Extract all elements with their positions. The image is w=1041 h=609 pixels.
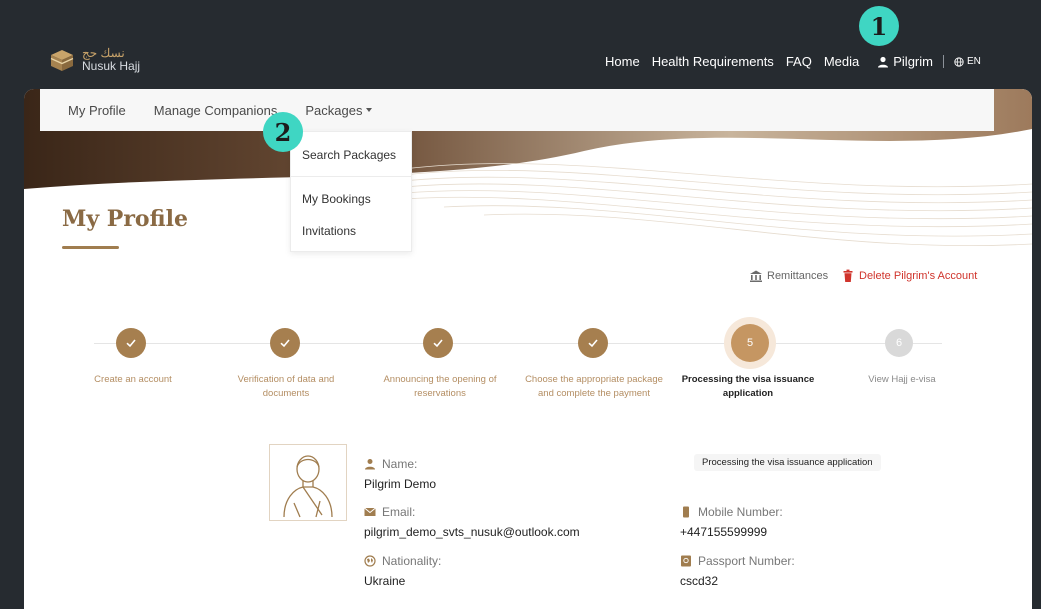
language-label: EN <box>966 56 981 67</box>
envelope-icon <box>364 507 376 516</box>
delete-account-link[interactable]: Delete Pilgrim's Account <box>841 269 977 283</box>
tab-packages[interactable]: Packages <box>305 102 373 118</box>
step-3-label: Announcing the opening of reservations <box>383 374 497 399</box>
phone-icon <box>683 506 689 518</box>
tab-manage-companions[interactable]: Manage Companions <box>154 103 278 118</box>
nav-health-requirements[interactable]: Health Requirements <box>652 54 774 69</box>
step-2-label: Verification of data and documents <box>237 374 335 399</box>
nav-faq[interactable]: FAQ <box>786 54 812 69</box>
menu-item-my-bookings[interactable]: My Bookings <box>302 192 371 206</box>
annotation-badge-2: 2 <box>263 112 303 152</box>
nationality-value: Ukraine <box>364 574 406 588</box>
name-value: Pilgrim Demo <box>364 477 437 491</box>
step-2-check <box>270 328 300 358</box>
packages-dropdown: Search Packages My Bookings Invitations <box>290 131 412 252</box>
page-title: My Profile <box>62 206 188 232</box>
brand-name: Nusuk Hajj <box>82 59 141 73</box>
check-icon <box>433 339 443 348</box>
remittances-label: Remittances <box>767 270 829 282</box>
name-label: Name: <box>364 457 417 471</box>
nationality-label-text: Nationality: <box>382 554 442 568</box>
name-label-text: Name: <box>382 457 418 471</box>
main-navigation: Home Health Requirements FAQ Media Pilgr… <box>605 54 981 69</box>
remittances-link[interactable]: Remittances <box>749 269 828 283</box>
step-1-label: Create an account <box>94 374 172 385</box>
annotation-badge-1: 1 <box>859 6 899 46</box>
email-value: pilgrim_demo_svts_nusuk@outlook.com <box>364 525 580 539</box>
menu-item-search-packages[interactable]: Search Packages <box>302 148 396 162</box>
step-4-check <box>578 328 608 358</box>
mobile-value: +447155599999 <box>680 525 768 539</box>
tab-my-profile[interactable]: My Profile <box>68 103 126 118</box>
stepper-track <box>94 343 942 344</box>
menu-divider <box>291 176 411 177</box>
step-1-check <box>116 328 146 358</box>
bank-icon <box>750 270 762 282</box>
step-3-check <box>423 328 453 358</box>
passport-value: cscd32 <box>680 574 719 588</box>
globe-icon <box>364 555 376 567</box>
step-5-active: 5 <box>731 324 769 362</box>
language-switcher[interactable]: EN <box>954 56 981 67</box>
nusuk-hajj-logo[interactable]: نسك حج Nusuk Hajj <box>48 46 140 74</box>
title-underline <box>62 246 119 249</box>
caret-down-icon <box>366 108 373 112</box>
check-icon <box>588 339 598 348</box>
step-4-label: Choose the appropriate package and compl… <box>525 374 663 399</box>
avatar <box>269 444 347 521</box>
nav-media[interactable]: Media <box>824 54 859 69</box>
email-label: Email: <box>364 505 415 519</box>
globe-icon <box>954 56 964 67</box>
mobile-label-text: Mobile Number: <box>698 505 783 519</box>
status-badge: Processing the visa issuance application <box>694 454 881 471</box>
delete-account-label: Delete Pilgrim's Account <box>859 270 978 282</box>
mobile-label: Mobile Number: <box>680 505 783 519</box>
passport-label-text: Passport Number: <box>698 554 795 568</box>
nationality-label: Nationality: <box>364 554 441 568</box>
trash-icon <box>843 269 853 282</box>
main-content: My Profile Manage Companions Packages Se… <box>24 89 1032 609</box>
user-name: Pilgrim <box>893 54 933 69</box>
user-menu[interactable]: Pilgrim <box>877 54 933 69</box>
step-5-label: Processing the visa issuance application <box>681 374 815 399</box>
user-icon <box>878 56 889 67</box>
step-6-pending: 6 <box>885 329 913 357</box>
step-6-label: View Hajj e-visa <box>868 374 936 385</box>
profile-subnav: My Profile Manage Companions Packages <box>40 89 994 131</box>
kaaba-logo-icon <box>50 50 74 71</box>
pilgrim-avatar-icon <box>283 455 333 518</box>
nav-divider <box>942 55 944 68</box>
passport-label: Passport Number: <box>680 554 795 568</box>
email-label-text: Email: <box>382 505 416 519</box>
user-icon <box>365 459 375 470</box>
nav-home[interactable]: Home <box>605 54 640 69</box>
passport-icon <box>681 555 691 567</box>
menu-item-invitations[interactable]: Invitations <box>302 224 356 238</box>
check-icon <box>280 339 290 348</box>
tab-packages-label: Packages <box>305 102 363 118</box>
check-icon <box>126 339 136 348</box>
